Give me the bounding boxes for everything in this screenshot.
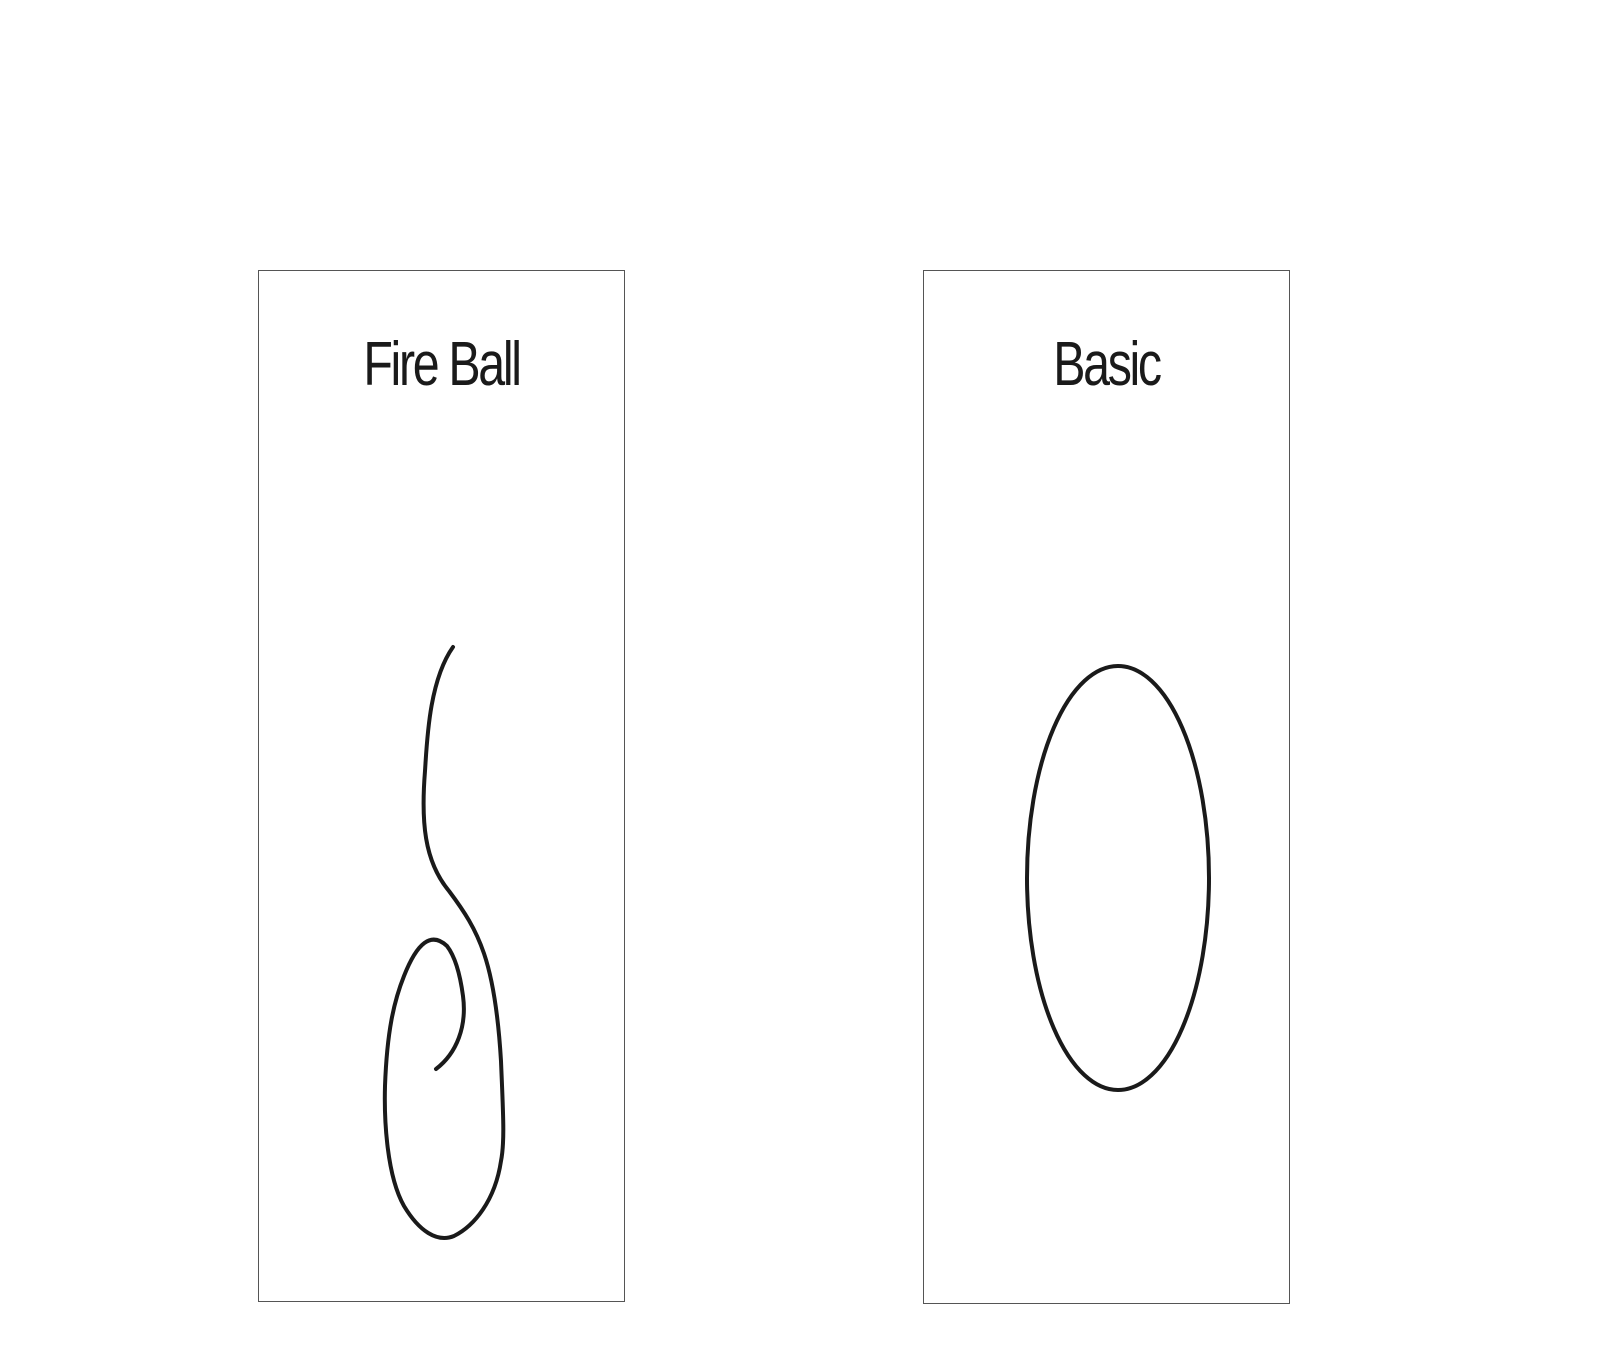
gesture-card-fire-ball[interactable]: Fire Ball	[258, 270, 625, 1302]
oval-gesture-icon	[1025, 664, 1211, 1092]
fireball-gesture-icon	[382, 645, 506, 1240]
gesture-card-basic[interactable]: Basic	[923, 270, 1290, 1304]
